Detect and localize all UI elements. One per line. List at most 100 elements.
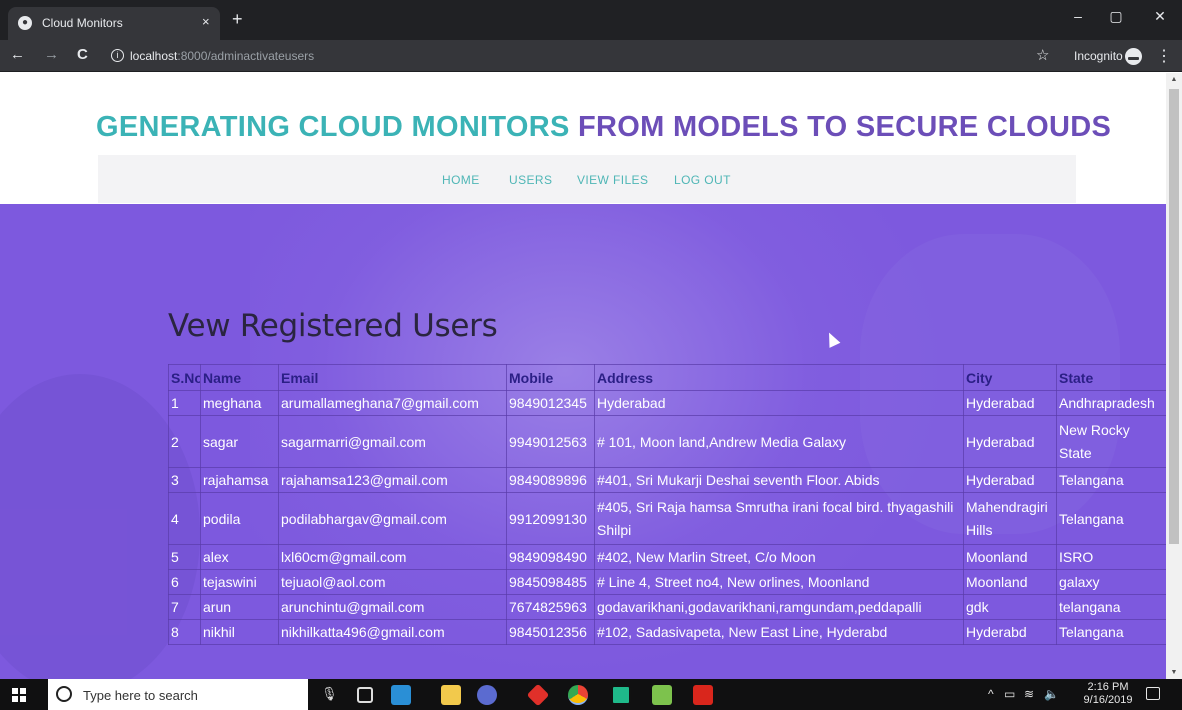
forward-arrow-icon[interactable]: → bbox=[44, 46, 59, 63]
close-window-button[interactable]: ✕ bbox=[1150, 8, 1170, 25]
cell-city: Hyderabd bbox=[963, 619, 1057, 645]
cell-mobile: 9849098490 bbox=[506, 544, 595, 570]
cell-state: Telangana bbox=[1056, 467, 1166, 493]
url-host: localhost bbox=[130, 49, 178, 63]
microphone-icon[interactable]: 🎙 bbox=[321, 686, 338, 702]
browser-tab[interactable]: ● Cloud Monitors × bbox=[8, 7, 220, 40]
cell-sno: 3 bbox=[168, 467, 201, 493]
cell-email: podilabhargav@gmail.com bbox=[278, 492, 507, 545]
site-title-part2: FROM MODELS TO SECURE CLOUDS bbox=[578, 111, 1112, 143]
cell-sno: 8 bbox=[168, 619, 201, 645]
cell-state: New Rocky State bbox=[1056, 415, 1166, 468]
page-heading: Vew Registered Users bbox=[168, 308, 498, 344]
cell-address: #402, New Marlin Street, C/o Moon bbox=[594, 544, 964, 570]
column-header-mobile: Mobile bbox=[506, 364, 595, 391]
scrollbar-thumb[interactable] bbox=[1169, 89, 1179, 544]
cell-name: tejaswini bbox=[200, 569, 279, 595]
action-center-icon[interactable] bbox=[1146, 687, 1160, 700]
minimize-button[interactable]: – bbox=[1068, 8, 1088, 24]
nav-logout-link[interactable]: LOG OUT bbox=[674, 173, 731, 187]
cell-name: rajahamsa bbox=[200, 467, 279, 493]
cell-mobile: 9949012563 bbox=[506, 415, 595, 468]
table-row: 8 nikhil nikhilkatta496@gmail.com 984501… bbox=[168, 619, 1166, 645]
table-row: 4 podila podilabhargav@gmail.com 9912099… bbox=[168, 492, 1166, 545]
cell-city: Hyderabad bbox=[963, 390, 1057, 416]
nav-home-link[interactable]: HOME bbox=[442, 173, 480, 187]
cell-email: arunchintu@gmail.com bbox=[278, 594, 507, 620]
wifi-icon[interactable]: ≋ bbox=[1024, 687, 1034, 701]
cell-mobile: 9849089896 bbox=[506, 467, 595, 493]
url-field[interactable]: localhost:8000/adminactivateusers bbox=[130, 49, 314, 63]
cell-state: galaxy bbox=[1056, 569, 1166, 595]
cell-mobile: 9849012345 bbox=[506, 390, 595, 416]
back-arrow-icon[interactable]: ← bbox=[10, 46, 25, 63]
web-page: GENERATING CLOUD MONITORS FROM MODELS TO… bbox=[0, 73, 1166, 679]
table-row: 3 rajahamsa rajahamsa123@gmail.com 98490… bbox=[168, 467, 1166, 493]
pycharm-icon[interactable] bbox=[611, 685, 631, 705]
cell-email: arumallameghana7@gmail.com bbox=[278, 390, 507, 416]
incognito-label: Incognito bbox=[1074, 49, 1123, 63]
cell-state: telangana bbox=[1056, 594, 1166, 620]
nav-view-files-link[interactable]: VIEW FILES bbox=[577, 173, 648, 187]
acrobat-icon[interactable] bbox=[693, 685, 713, 705]
app-red-icon[interactable] bbox=[526, 683, 550, 707]
site-title-part1: GENERATING CLOUD MONITORS bbox=[96, 111, 570, 143]
cell-sno: 7 bbox=[168, 594, 201, 620]
windows-taskbar: Type here to search 🎙 ^ ▭ ≋ 🔈 2:16 PM 9/… bbox=[0, 679, 1182, 710]
cell-mobile: 9912099130 bbox=[506, 492, 595, 545]
cell-email: tejuaol@aol.com bbox=[278, 569, 507, 595]
taskbar-search-box[interactable]: Type here to search bbox=[48, 679, 308, 710]
new-tab-button[interactable]: + bbox=[232, 10, 243, 28]
nav-users-link[interactable]: USERS bbox=[509, 173, 552, 187]
cell-state: Telangana bbox=[1056, 492, 1166, 545]
tab-close-icon[interactable]: × bbox=[202, 14, 210, 29]
column-header-city: City bbox=[963, 364, 1057, 391]
bookmark-star-icon[interactable]: ☆ bbox=[1036, 46, 1049, 64]
cell-address: #102, Sadasivapeta, New East Line, Hyder… bbox=[594, 619, 964, 645]
cell-name: arun bbox=[200, 594, 279, 620]
cell-city: Moonland bbox=[963, 544, 1057, 570]
volume-icon[interactable]: 🔈 bbox=[1044, 687, 1059, 701]
taskbar-clock[interactable]: 2:16 PM 9/16/2019 bbox=[1083, 681, 1133, 707]
scroll-down-arrow-icon[interactable]: ▼ bbox=[1169, 669, 1179, 676]
cell-sno: 4 bbox=[168, 492, 201, 545]
vscode-icon[interactable] bbox=[391, 685, 411, 705]
registered-users-table: S.No Name Email Mobile Address City Stat… bbox=[168, 364, 1166, 645]
cell-email: lxl60cm@gmail.com bbox=[278, 544, 507, 570]
scroll-up-arrow-icon[interactable]: ▲ bbox=[1169, 76, 1179, 83]
chrome-icon[interactable] bbox=[568, 685, 588, 705]
cell-email: rajahamsa123@gmail.com bbox=[278, 467, 507, 493]
cell-sno: 6 bbox=[168, 569, 201, 595]
column-header-email: Email bbox=[278, 364, 507, 391]
cell-address: # Line 4, Street no4, New orlines, Moonl… bbox=[594, 569, 964, 595]
page-scrollbar[interactable]: ▲ ▼ bbox=[1166, 73, 1182, 679]
cell-city: Mahendragiri Hills bbox=[963, 492, 1057, 545]
cell-name: nikhil bbox=[200, 619, 279, 645]
chrome-menu-icon[interactable]: ⋮ bbox=[1156, 46, 1172, 66]
restore-button[interactable]: ▢ bbox=[1106, 8, 1126, 25]
cell-state: Telangana bbox=[1056, 619, 1166, 645]
url-path: :8000/adminactivateusers bbox=[177, 49, 315, 63]
windows-start-icon[interactable] bbox=[12, 688, 26, 702]
battery-icon[interactable]: ▭ bbox=[1004, 687, 1015, 701]
cell-name: podila bbox=[200, 492, 279, 545]
tray-chevron-icon[interactable]: ^ bbox=[988, 687, 994, 701]
task-view-icon[interactable] bbox=[357, 687, 373, 703]
site-title: GENERATING CLOUD MONITORS FROM MODELS TO… bbox=[96, 111, 1111, 144]
clock-date: 9/16/2019 bbox=[1083, 694, 1133, 706]
taskbar-search-placeholder: Type here to search bbox=[83, 688, 198, 703]
site-info-icon[interactable]: i bbox=[111, 49, 124, 62]
cell-address: Hyderabad bbox=[594, 390, 964, 416]
cell-address: godavarikhani,godavarikhani,ramgundam,pe… bbox=[594, 594, 964, 620]
notepad-icon[interactable] bbox=[652, 685, 672, 705]
cell-city: gdk bbox=[963, 594, 1057, 620]
reload-icon[interactable]: C bbox=[77, 46, 88, 63]
table-row: 5 alex lxl60cm@gmail.com 9849098490 #402… bbox=[168, 544, 1166, 570]
file-explorer-icon[interactable] bbox=[441, 685, 461, 705]
table-header-row: S.No Name Email Mobile Address City Stat… bbox=[168, 364, 1166, 391]
cell-address: #401, Sri Mukarji Deshai seventh Floor. … bbox=[594, 467, 964, 493]
eclipse-icon[interactable] bbox=[477, 685, 497, 705]
main-nav: HOME USERS VIEW FILES LOG OUT bbox=[98, 155, 1076, 203]
table-row: 1 meghana arumallameghana7@gmail.com 984… bbox=[168, 390, 1166, 416]
cell-city: Hyderabad bbox=[963, 415, 1057, 468]
